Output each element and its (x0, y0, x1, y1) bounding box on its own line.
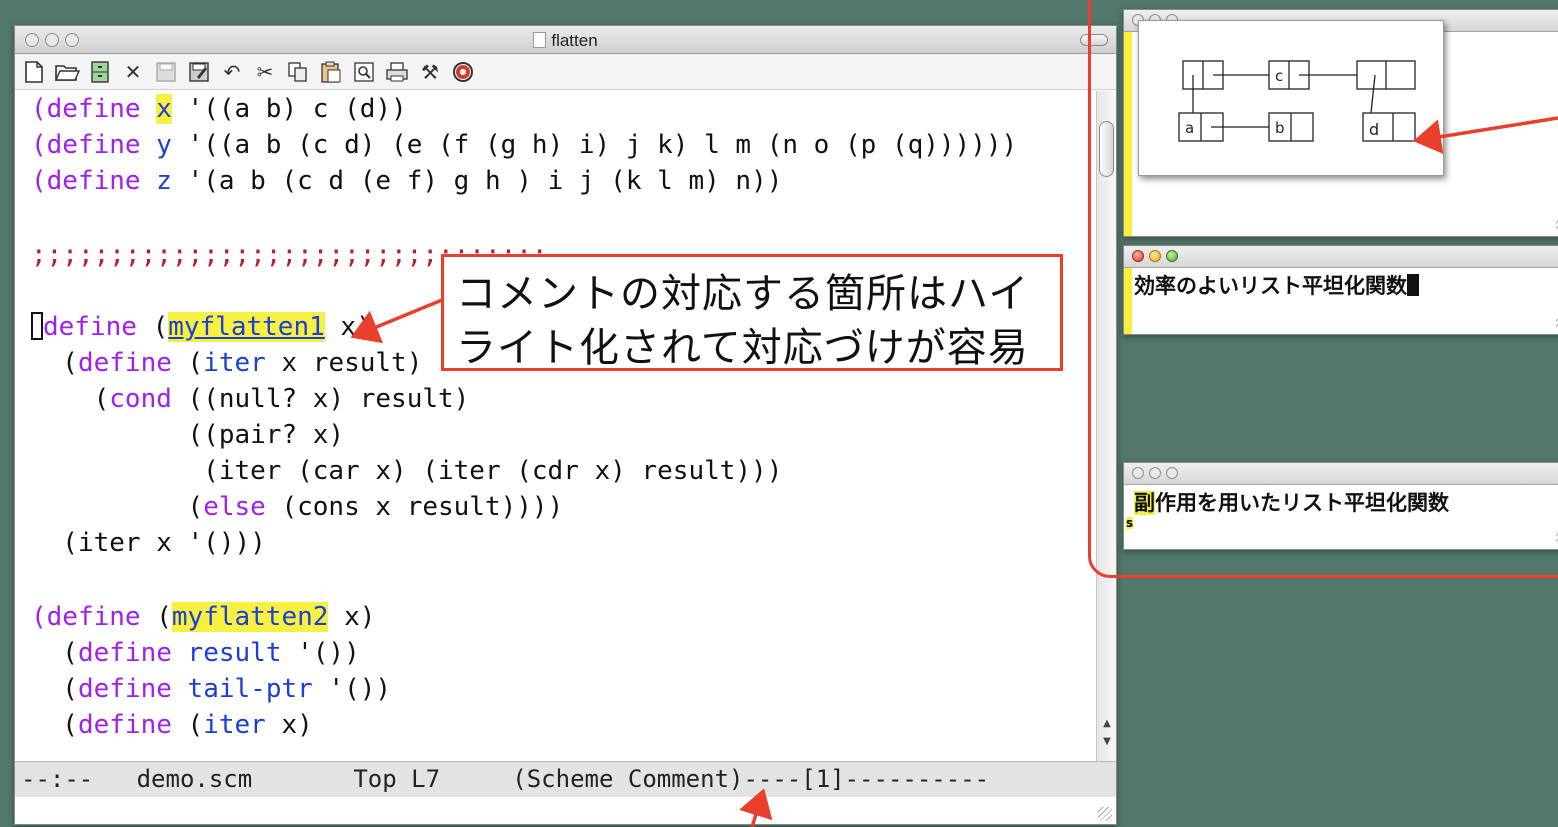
undo-icon[interactable]: ↶ (219, 59, 245, 85)
scroll-down-arrow-icon[interactable]: ▼ (1100, 735, 1114, 749)
minibuffer[interactable] (15, 797, 1116, 824)
mode-line: --:-- demo.scm Top L7 (Scheme Comment)--… (15, 761, 1116, 797)
callout-line-2: ライト化されて対応づけが容易 (456, 325, 1029, 371)
annotation-group-frame (1088, 0, 1558, 578)
paste-icon[interactable] (318, 59, 344, 85)
code-line: (cond ((null? x) result) (31, 384, 470, 414)
code-line: (define tail-ptr '()) (31, 674, 392, 704)
help-icon[interactable] (450, 59, 476, 85)
copy-icon[interactable] (285, 59, 311, 85)
code-line: (define result '()) (31, 638, 360, 668)
code-line: (else (cons x result)))) (31, 492, 564, 522)
callout-line-1: コメントの対応する箇所はハイ (456, 271, 1030, 317)
close-icon[interactable]: ✕ (120, 59, 146, 85)
code-line: (define (iter x) (31, 710, 313, 740)
print-icon[interactable] (384, 59, 410, 85)
code-line-current: define (myflatten1 x) (31, 309, 372, 345)
code-line: (iter (car x) (iter (cdr x) result))) (31, 456, 783, 486)
save-icon[interactable] (153, 59, 179, 85)
find-icon[interactable] (351, 59, 377, 85)
editor-window: flatten ✕ ↶ ✂ ⚒ (define x '((a b) c (d))… (14, 25, 1117, 825)
scroll-up-arrow-icon[interactable]: ▲ (1100, 717, 1114, 731)
code-line: (iter x '())) (31, 528, 266, 558)
preferences-icon[interactable]: ⚒ (417, 59, 443, 85)
code-line: (define (iter x result) (31, 348, 423, 378)
annotation-callout: コメントの対応する箇所はハイ ライト化されて対応づけが容易 (441, 254, 1063, 371)
code-line: (define z '(a b (c d (e f) g h ) i j (k … (31, 166, 783, 196)
editor-titlebar[interactable]: flatten (15, 26, 1116, 54)
open-folder-icon[interactable] (54, 59, 80, 85)
document-icon (533, 32, 547, 48)
cut-icon[interactable]: ✂ (252, 59, 278, 85)
toolbar: ✕ ↶ ✂ ⚒ (15, 54, 1116, 90)
code-line: (define (myflatten2 x) (31, 602, 376, 632)
save-as-icon[interactable] (186, 59, 212, 85)
new-file-icon[interactable] (21, 59, 47, 85)
window-title: flatten (15, 31, 1116, 51)
code-line: (define y '((a b (c d) (e (f (g h) i) j … (31, 130, 1018, 160)
text-cursor (31, 312, 43, 340)
function-name-highlight[interactable]: myflatten1 (168, 312, 325, 342)
code-line: ((pair? x) (31, 420, 345, 450)
code-line: (define x '((a b) c (d)) (31, 94, 407, 124)
cabinet-icon[interactable] (87, 59, 113, 85)
resize-grip-icon[interactable] (1098, 807, 1112, 821)
code-editor[interactable]: (define x '((a b) c (d)) (define y '((a … (15, 91, 1095, 761)
